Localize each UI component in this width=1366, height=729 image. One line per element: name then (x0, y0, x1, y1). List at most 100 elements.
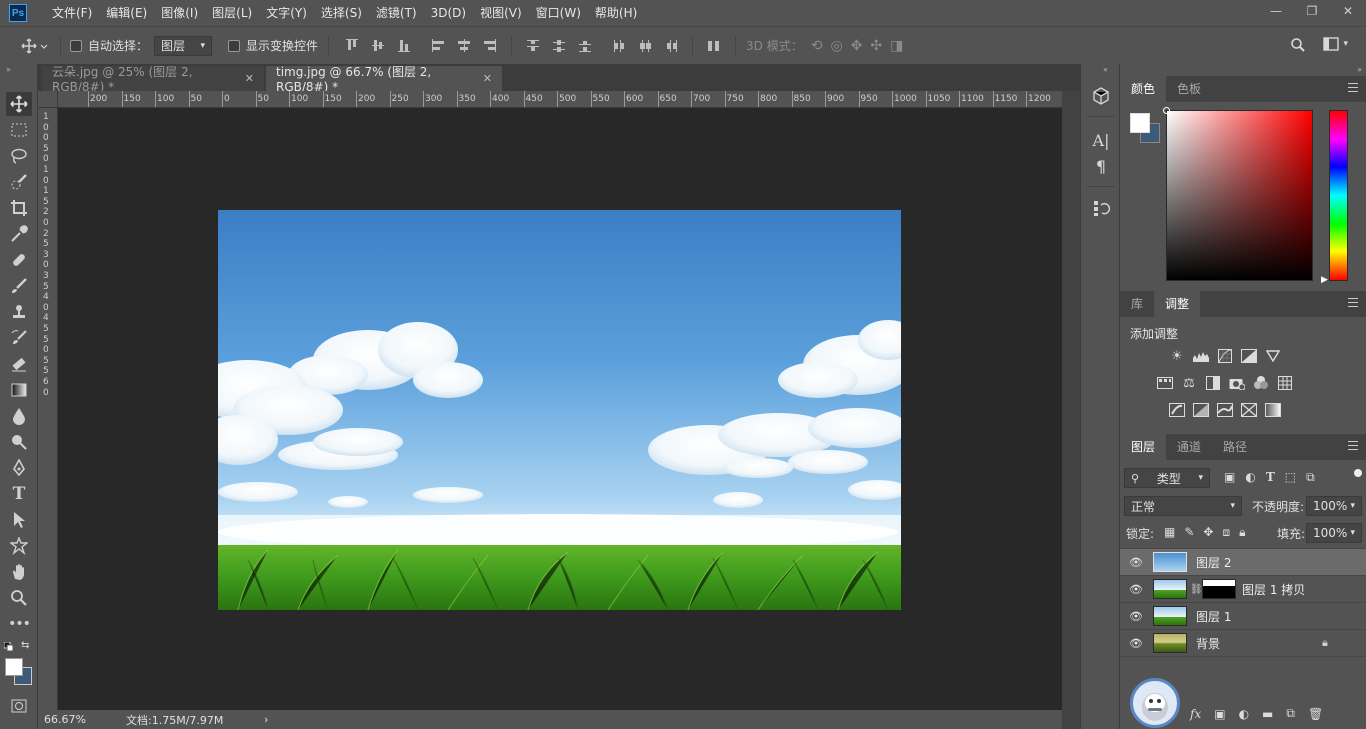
tab-libraries[interactable]: 库 (1120, 291, 1154, 317)
gradient-map-icon[interactable] (1264, 402, 1282, 418)
auto-select-checkbox[interactable] (70, 39, 82, 52)
pixel-filter-icon[interactable]: ▣ (1224, 470, 1235, 485)
clone-stamp-tool-icon[interactable] (6, 300, 32, 324)
layer-name[interactable]: 图层 1 拷贝 (1242, 581, 1305, 598)
new-adjustment-icon[interactable]: ◐ (1239, 707, 1249, 721)
paragraph-panel-icon[interactable]: ¶ (1089, 154, 1113, 178)
menu-help[interactable]: 帮助(H) (588, 0, 644, 26)
color-picker-cursor[interactable] (1163, 107, 1170, 114)
custom-shape-tool-icon[interactable] (6, 534, 32, 558)
restore-button[interactable]: ❐ (1294, 0, 1330, 22)
tab-timg-document[interactable]: timg.jpg @ 66.7% (图层 2, RGB/8#) * ✕ (266, 65, 502, 94)
color-lookup-icon[interactable] (1276, 375, 1294, 391)
character-panel-icon[interactable]: A| (1089, 128, 1113, 152)
color-balance-icon[interactable]: ⚖ (1180, 375, 1198, 391)
tab-color[interactable]: 颜色 (1120, 76, 1167, 102)
distribute-bottom-icon[interactable] (576, 37, 594, 55)
collapse-panels-icon[interactable]: « (1103, 65, 1108, 74)
history-panel-icon[interactable] (1089, 196, 1113, 220)
move-tool-preset-icon[interactable] (20, 34, 50, 58)
shape-filter-icon[interactable]: ⬚ (1285, 470, 1296, 485)
menu-select[interactable]: 选择(S) (314, 0, 369, 26)
close-button[interactable]: ✕ (1330, 0, 1366, 22)
type-tool-icon[interactable]: T (6, 482, 32, 506)
3d-orbit-icon[interactable]: ⟲ (811, 38, 823, 54)
panel-menu-icon[interactable] (1348, 83, 1358, 92)
move-tool-icon[interactable] (6, 92, 32, 116)
hue-slider[interactable] (1329, 110, 1348, 281)
distribute-right-icon[interactable] (662, 37, 680, 55)
layer-row[interactable]: 👁︎ 图层 2 (1120, 549, 1366, 576)
3d-slide-icon[interactable]: ✣ (870, 38, 882, 54)
crop-tool-icon[interactable] (6, 196, 32, 220)
new-group-icon[interactable]: ▬ (1262, 707, 1273, 721)
fill-input[interactable]: 100% ▾ (1306, 523, 1362, 543)
exposure-icon[interactable] (1240, 348, 1258, 364)
menu-view[interactable]: 视图(V) (473, 0, 529, 26)
workspace-switcher[interactable]: ▾ (1323, 37, 1348, 51)
dodge-tool-icon[interactable] (6, 430, 32, 454)
smart-object-filter-icon[interactable]: ⧉ (1306, 470, 1315, 485)
menu-image[interactable]: 图像(I) (154, 0, 205, 26)
auto-align-icon[interactable] (705, 37, 723, 55)
brush-tool-icon[interactable] (6, 274, 32, 298)
type-filter-icon[interactable]: T (1266, 470, 1275, 485)
avatar[interactable] (1130, 678, 1180, 728)
curves-icon[interactable] (1216, 348, 1234, 364)
filter-toggle[interactable] (1354, 469, 1362, 487)
3d-scale-icon[interactable]: ◨ (890, 38, 903, 54)
menu-file[interactable]: 文件(F) (45, 0, 99, 26)
pen-tool-icon[interactable] (6, 456, 32, 480)
marquee-tool-icon[interactable] (6, 118, 32, 142)
tab-swatches[interactable]: 色板 (1166, 76, 1212, 102)
align-hcenter-icon[interactable] (455, 37, 473, 55)
add-mask-icon[interactable]: ▣ (1214, 707, 1225, 721)
healing-brush-tool-icon[interactable] (6, 248, 32, 272)
quick-selection-tool-icon[interactable] (6, 170, 32, 194)
foreground-color-swatch-top[interactable] (1130, 113, 1150, 133)
search-icon[interactable] (1290, 37, 1306, 56)
selective-color-icon[interactable] (1240, 402, 1258, 418)
color-picker-field[interactable] (1166, 110, 1313, 281)
layer-row[interactable]: 👁︎ 图层 1 (1120, 603, 1366, 630)
vibrance-icon[interactable] (1264, 348, 1282, 364)
tab-channels[interactable]: 通道 (1166, 434, 1212, 460)
menu-window[interactable]: 窗口(W) (529, 0, 588, 26)
fx-button[interactable]: fx (1190, 707, 1201, 721)
show-transform-checkbox[interactable] (228, 39, 241, 52)
auto-select-dropdown[interactable]: 图层 ▾ (154, 35, 213, 56)
menu-filter[interactable]: 滤镜(T) (369, 0, 424, 26)
foreground-color-swatch[interactable] (5, 658, 23, 676)
tab-paths[interactable]: 路径 (1212, 434, 1258, 460)
panel-menu-icon[interactable] (1348, 441, 1358, 450)
visibility-eye-icon[interactable]: 👁︎ (1129, 582, 1143, 596)
layer-name[interactable]: 图层 1 (1196, 608, 1231, 625)
layer-row[interactable]: 👁︎ ⛓︎ 图层 1 拷贝 (1120, 576, 1366, 603)
blend-mode-dropdown[interactable]: 正常 ▾ (1124, 496, 1242, 516)
swap-colors-icon[interactable]: ⇆ (21, 640, 29, 651)
history-brush-tool-icon[interactable] (6, 326, 32, 350)
collapse-right-icon[interactable]: » (1357, 65, 1362, 74)
layer-name[interactable]: 背景 (1196, 635, 1220, 652)
hand-tool-icon[interactable] (6, 560, 32, 584)
posterize-icon[interactable] (1192, 402, 1210, 418)
blur-tool-icon[interactable] (6, 404, 32, 428)
3d-pan-icon[interactable]: ✥ (851, 38, 863, 54)
photo-filter-icon[interactable] (1228, 375, 1246, 391)
menu-layer[interactable]: 图层(L) (205, 0, 259, 26)
layer-row[interactable]: 👁︎ 背景 🔒︎ (1120, 630, 1366, 657)
tab-adjustments[interactable]: 调整 (1154, 291, 1201, 317)
visibility-eye-icon[interactable]: 👁︎ (1129, 555, 1143, 569)
path-selection-tool-icon[interactable] (6, 508, 32, 532)
adjustment-filter-icon[interactable]: ◐ (1245, 470, 1255, 485)
vertical-scrollbar[interactable] (1062, 91, 1080, 710)
default-colors-icon[interactable] (3, 641, 14, 652)
align-vcenter-icon[interactable] (369, 37, 387, 55)
delete-layer-icon[interactable]: 🗑︎ (1308, 707, 1323, 721)
more-tools-icon[interactable]: ••• (6, 612, 32, 636)
tab-layers[interactable]: 图层 (1120, 434, 1167, 460)
minimize-button[interactable]: — (1258, 0, 1294, 22)
ruler-origin[interactable] (38, 91, 58, 108)
status-menu-arrow[interactable]: › (264, 713, 268, 726)
lock-pixels-icon[interactable]: ✎ (1184, 525, 1194, 540)
